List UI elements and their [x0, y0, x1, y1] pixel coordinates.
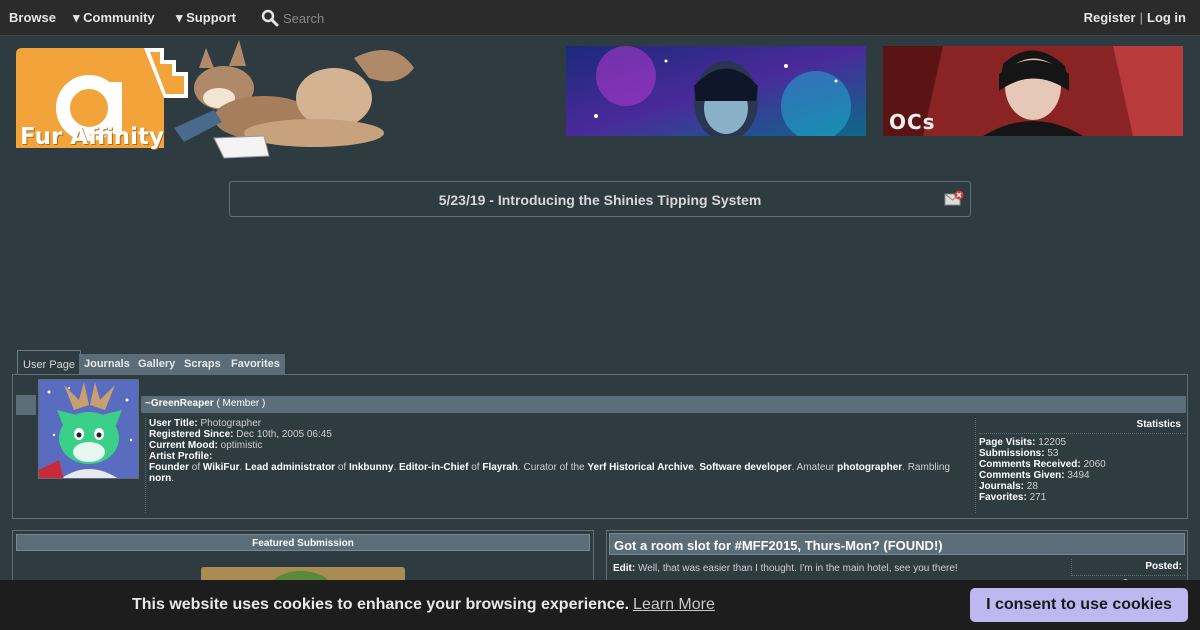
- site-notice: 5/23/19 - Introducing the Shinies Tippin…: [229, 181, 971, 217]
- user-profile-panel: ~GreenReaper ( Member ) User Title: Phot…: [12, 374, 1188, 519]
- ad-banner-1[interactable]: [566, 46, 866, 136]
- mood-row: Current Mood: optimistic: [149, 440, 975, 451]
- wikifur-link[interactable]: WikiFur: [203, 462, 240, 473]
- login-link[interactable]: Log in: [1147, 10, 1186, 25]
- register-link[interactable]: Register: [1084, 10, 1136, 25]
- logo-text: Fur Affinity: [20, 124, 164, 150]
- search-input[interactable]: [283, 9, 463, 27]
- learn-more-link[interactable]: Learn More: [633, 596, 715, 613]
- artist-profile-text: Founder of WikiFur. Lead administrator o…: [149, 462, 950, 484]
- nav-support[interactable]: ▾ Support: [176, 10, 236, 26]
- separator: |: [1139, 10, 1143, 25]
- user-role: ( Member ): [216, 398, 266, 409]
- registered-label: Registered Since:: [149, 429, 234, 440]
- journal-body: Edit: Well, that was easier than I thoug…: [613, 563, 1068, 574]
- user-title-row: User Title: Photographer: [149, 418, 975, 429]
- banner-2-caption: OCs: [889, 110, 936, 134]
- journal-title[interactable]: Got a room slot for #MFF2015, Thurs-Mon?…: [609, 533, 1185, 555]
- mood-label: Current Mood:: [149, 440, 218, 451]
- stat-comments-given: Comments Given: 3494: [979, 470, 1090, 481]
- notice-text[interactable]: 5/23/19 - Introducing the Shinies Tippin…: [230, 192, 970, 208]
- search-icon[interactable]: [261, 9, 279, 27]
- account-links: Register | Log in: [1084, 10, 1186, 25]
- mood-value: optimistic: [220, 440, 263, 451]
- registered-row: Registered Since: Dec 10th, 2005 06:45: [149, 429, 975, 440]
- dismiss-notice-icon[interactable]: [944, 190, 964, 208]
- stat-favorites: Favorites: 271: [979, 492, 1047, 503]
- user-name-bar: ~GreenReaper ( Member ): [141, 396, 1186, 413]
- ad-banner-2[interactable]: OCs: [883, 46, 1183, 136]
- tab-user-page[interactable]: User Page: [17, 350, 81, 375]
- user-profile-info: User Title: Photographer Registered Sinc…: [145, 418, 975, 513]
- user-statistics: Statistics Page Visits: 12205 Submission…: [975, 418, 1185, 513]
- tab-gallery[interactable]: Gallery: [133, 354, 181, 374]
- artist-profile-label: Artist Profile:: [149, 451, 213, 462]
- user-title-label: User Title:: [149, 418, 198, 429]
- cookie-message: This website uses cookies to enhance you…: [132, 596, 715, 613]
- stat-page-visits: Page Visits: 12205: [979, 437, 1067, 448]
- posted-label: Posted:: [1071, 559, 1185, 574]
- consent-button[interactable]: I consent to use cookies: [970, 588, 1188, 622]
- username[interactable]: ~GreenReaper: [145, 398, 214, 409]
- stat-comments-received: Comments Received: 2060: [979, 459, 1106, 470]
- journal-text: Well, that was easier than I thought. I'…: [638, 563, 958, 574]
- edit-label: Edit:: [613, 563, 636, 574]
- cookie-consent-bar: This website uses cookies to enhance you…: [0, 580, 1200, 630]
- tab-scraps[interactable]: Scraps: [179, 354, 226, 374]
- banner-1-image: [566, 46, 866, 136]
- featured-header: Featured Submission: [16, 534, 590, 551]
- yerf-link[interactable]: Yerf Historical Archive: [587, 462, 693, 473]
- tab-journals[interactable]: Journals: [79, 354, 135, 374]
- stat-submissions: Submissions: 53: [979, 448, 1059, 459]
- flayrah-link[interactable]: Flayrah: [482, 462, 518, 473]
- top-nav: Browse ▾ Community ▾ Support Register| Lo…: [0, 0, 1200, 36]
- statistics-header: Statistics: [979, 418, 1185, 434]
- avatar[interactable]: [38, 379, 139, 479]
- watch-toggle[interactable]: [16, 395, 36, 415]
- registered-date: Dec 10th, 2005 06:45: [236, 429, 332, 440]
- nav-community[interactable]: ▾ Community: [73, 10, 155, 26]
- tab-favorites[interactable]: Favorites: [226, 354, 285, 374]
- inkbunny-link[interactable]: Inkbunny: [349, 462, 393, 473]
- user-title: Photographer: [200, 418, 262, 429]
- stat-journals: Journals: 28: [979, 481, 1038, 492]
- nav-browse[interactable]: Browse: [9, 10, 56, 25]
